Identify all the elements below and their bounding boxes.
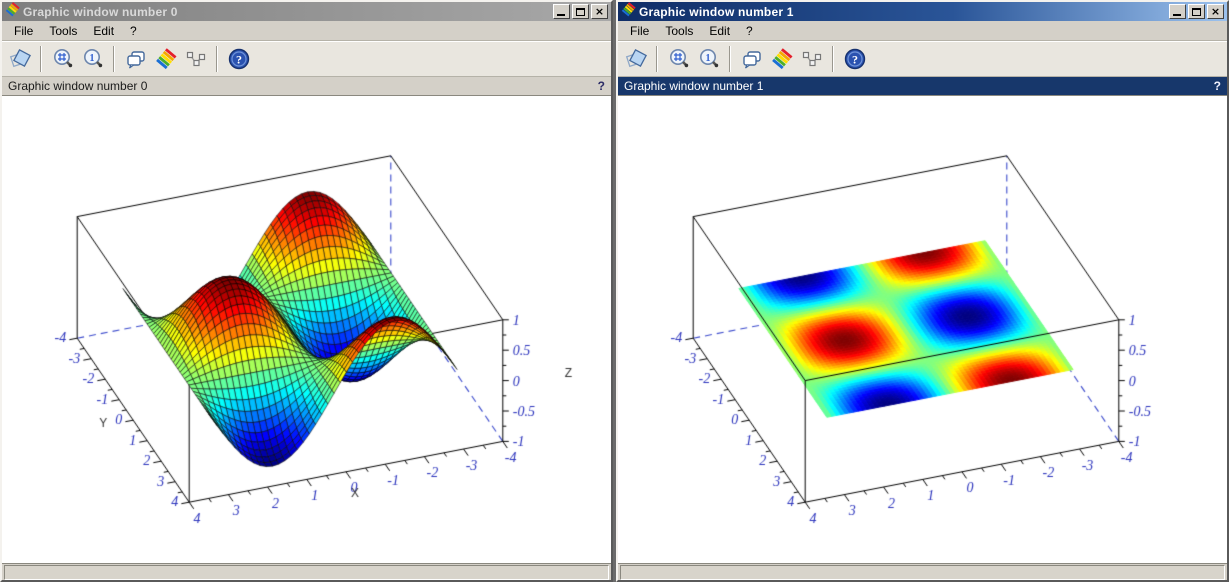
scilab-demo-tool-button[interactable]: [152, 46, 179, 73]
toolbar-separator: [40, 46, 42, 72]
status-bar: [618, 564, 1227, 581]
window-title: Graphic window number 1: [639, 4, 794, 19]
close-button[interactable]: ×: [1207, 4, 1224, 19]
minimize-button[interactable]: [1169, 4, 1186, 19]
close-button[interactable]: ×: [591, 4, 608, 19]
datatip-tool-button[interactable]: [798, 46, 825, 73]
window-graphic-0: Graphic window number 0 × File Tools Edi…: [0, 0, 613, 582]
menu-tools[interactable]: Tools: [657, 22, 701, 40]
zoom-area-tool-button[interactable]: [665, 46, 692, 73]
maximize-icon: [1192, 7, 1201, 16]
menubar: File Tools Edit ?: [2, 21, 611, 41]
maximize-icon: [576, 7, 585, 16]
menu-edit[interactable]: Edit: [701, 22, 738, 40]
scilab-icon: [5, 1, 20, 22]
infobar-label: Graphic window number 0: [8, 79, 148, 93]
svg-text:?: ?: [236, 52, 242, 66]
titlebar[interactable]: Graphic window number 1 ×: [618, 1, 1227, 22]
toolbar-separator: [832, 46, 834, 72]
minimize-icon: [557, 14, 565, 16]
menu-tools[interactable]: Tools: [41, 22, 85, 40]
heatmap-plot-canvas[interactable]: [618, 96, 1225, 563]
infobar-label: Graphic window number 1: [624, 79, 764, 93]
svg-text:?: ?: [852, 52, 858, 66]
zoom-area-tool-button[interactable]: [49, 46, 76, 73]
menu-edit[interactable]: Edit: [85, 22, 122, 40]
infobar: Graphic window number 0 ?: [2, 77, 611, 95]
ged-editor-tool-button[interactable]: [738, 46, 765, 73]
desktop: Graphic window number 0 × File Tools Edi…: [0, 0, 1229, 582]
infobar: Graphic window number 1 ?: [618, 77, 1227, 95]
menu-file[interactable]: File: [6, 22, 41, 40]
datatip-tool-button[interactable]: [182, 46, 209, 73]
rotate-tool-button[interactable]: [6, 46, 33, 73]
maximize-button[interactable]: [572, 4, 589, 19]
help-tool-button[interactable]: ?: [225, 46, 252, 73]
window-graphic-1: Graphic window number 1 × File Tools Edi…: [616, 0, 1229, 582]
minimize-button[interactable]: [553, 4, 570, 19]
minimize-icon: [1173, 14, 1181, 16]
status-bar: [2, 564, 611, 581]
rotate-tool-button[interactable]: [622, 46, 649, 73]
maximize-button[interactable]: [1188, 4, 1205, 19]
plot-area-window-1[interactable]: [618, 95, 1227, 564]
window-title: Graphic window number 0: [23, 4, 178, 19]
svg-text:1: 1: [705, 53, 710, 64]
menubar: File Tools Edit ?: [618, 21, 1227, 41]
help-tool-button[interactable]: ?: [841, 46, 868, 73]
toolbar-separator: [656, 46, 658, 72]
toolbar: 1 ?: [618, 41, 1227, 77]
plot-area-window-0[interactable]: [2, 95, 611, 564]
surface-plot-canvas[interactable]: [2, 96, 609, 563]
menu-help[interactable]: ?: [122, 22, 145, 40]
toolbar-separator: [113, 46, 115, 72]
toolbar: 1 ?: [2, 41, 611, 77]
scilab-demo-tool-button[interactable]: [768, 46, 795, 73]
svg-text:1: 1: [89, 53, 94, 64]
infobar-help-icon[interactable]: ?: [598, 79, 605, 93]
zoom-original-tool-button[interactable]: 1: [79, 46, 106, 73]
scilab-icon: [621, 1, 636, 22]
toolbar-separator: [216, 46, 218, 72]
zoom-original-tool-button[interactable]: 1: [695, 46, 722, 73]
toolbar-separator: [729, 46, 731, 72]
infobar-help-icon[interactable]: ?: [1214, 79, 1221, 93]
menu-file[interactable]: File: [622, 22, 657, 40]
ged-editor-tool-button[interactable]: [122, 46, 149, 73]
menu-help[interactable]: ?: [738, 22, 761, 40]
titlebar[interactable]: Graphic window number 0 ×: [2, 1, 611, 22]
